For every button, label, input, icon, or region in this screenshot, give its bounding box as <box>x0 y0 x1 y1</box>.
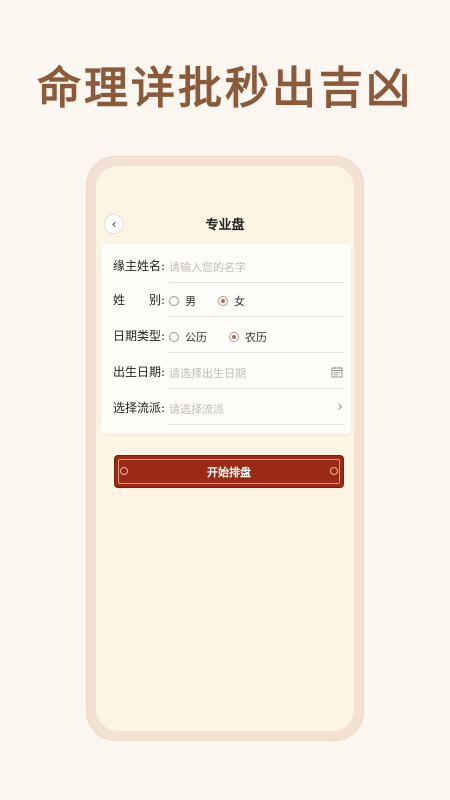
date-type-option-solar[interactable]: 公历 <box>169 329 207 345</box>
promo-headline: 命理详批秒出吉凶 <box>37 63 413 114</box>
name-placeholder: 请输入您的名字 <box>169 261 246 274</box>
phone-frame: 专业盘 ‹ 缘主姓名: 请输入您的名字 姓 别: 男 女 日期类型: 公历 农历… <box>86 156 364 741</box>
gender-label: 姓 别: <box>113 292 166 307</box>
page-title: 专业盘 <box>205 218 245 233</box>
gender-option-label: 男 <box>185 295 196 308</box>
back-button[interactable]: ‹ <box>104 214 124 234</box>
calendar-icon <box>331 366 343 381</box>
school-label: 选择流派: <box>113 400 166 415</box>
birth-date-row: 出生日期: 请选择出生日期 <box>113 354 345 389</box>
chevron-left-icon: ‹ <box>111 217 117 231</box>
birth-date-label: 出生日期: <box>113 364 166 379</box>
start-chart-button[interactable]: 开始排盘 <box>115 456 343 487</box>
school-select[interactable]: 请选择流派 › <box>169 394 345 425</box>
gender-options: 男 女 <box>169 286 345 317</box>
date-type-option-lunar[interactable]: 农历 <box>229 329 267 345</box>
date-type-option-label: 农历 <box>245 331 267 344</box>
name-label: 缘主姓名: <box>113 258 166 273</box>
birth-date-picker[interactable]: 请选择出生日期 <box>169 358 345 389</box>
radio-selected-icon <box>218 296 228 306</box>
name-row: 缘主姓名: 请输入您的名字 <box>113 248 345 283</box>
gender-row: 姓 别: 男 女 <box>113 282 345 317</box>
start-chart-label: 开始排盘 <box>207 465 251 479</box>
date-type-label: 日期类型: <box>113 328 166 343</box>
ornament-swirl-icon <box>120 467 128 475</box>
chevron-right-icon: › <box>337 399 343 415</box>
date-type-options: 公历 农历 <box>169 322 345 353</box>
radio-icon <box>169 296 179 306</box>
form-card: 缘主姓名: 请输入您的名字 姓 别: 男 女 日期类型: 公历 农历 出生日期:… <box>101 244 351 434</box>
gender-option-male[interactable]: 男 <box>169 293 196 309</box>
school-row: 选择流派: 请选择流派 › <box>113 390 345 425</box>
radio-selected-icon <box>229 332 239 342</box>
gender-option-female[interactable]: 女 <box>218 293 245 309</box>
school-placeholder: 请选择流派 <box>169 403 224 416</box>
radio-icon <box>169 332 179 342</box>
date-type-option-label: 公历 <box>185 331 207 344</box>
birth-date-placeholder: 请选择出生日期 <box>169 367 246 380</box>
gender-option-label: 女 <box>234 295 245 308</box>
app-screen: 专业盘 ‹ 缘主姓名: 请输入您的名字 姓 别: 男 女 日期类型: 公历 农历… <box>96 166 354 731</box>
date-type-row: 日期类型: 公历 农历 <box>113 318 345 353</box>
nav-bar: 专业盘 ‹ <box>96 166 354 246</box>
ornament-swirl-icon <box>330 467 338 475</box>
name-input[interactable]: 请输入您的名字 <box>169 252 345 283</box>
